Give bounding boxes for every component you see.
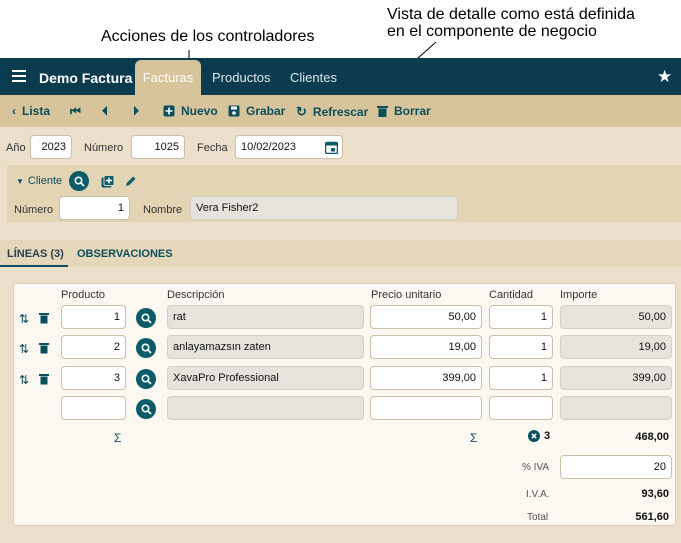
column-header-quantity: Cantidad bbox=[489, 289, 534, 301]
trash-icon[interactable] bbox=[39, 373, 49, 385]
column-header-description: Descripción bbox=[167, 289, 225, 301]
price-field[interactable]: 19,00 bbox=[370, 335, 482, 359]
remove-total-icon[interactable] bbox=[528, 430, 540, 442]
sigma-icon-price[interactable]: Σ bbox=[470, 431, 477, 445]
amount-field: 19,00 bbox=[560, 335, 672, 359]
year-label: Año bbox=[6, 142, 26, 154]
quantity-total: 3 bbox=[528, 430, 550, 442]
price-field[interactable]: 399,00 bbox=[370, 366, 482, 390]
year-field[interactable]: 2023 bbox=[30, 135, 72, 159]
product-search-button[interactable] bbox=[136, 338, 156, 358]
cliente-name-field: Vera Fisher2 bbox=[190, 196, 458, 220]
quantity-total-value: 3 bbox=[544, 430, 551, 442]
new-quantity-field[interactable] bbox=[489, 396, 553, 420]
new-product-search-button[interactable] bbox=[136, 399, 156, 419]
amount-field: 50,00 bbox=[560, 305, 672, 329]
new-button[interactable]: Nuevo bbox=[163, 104, 218, 118]
save-icon bbox=[228, 105, 240, 117]
cliente-title: Cliente bbox=[27, 175, 63, 187]
previous-button[interactable]: ⏴ bbox=[102, 104, 108, 119]
search-icon bbox=[140, 312, 152, 324]
tab-clientes[interactable]: Clientes bbox=[290, 70, 337, 85]
total-value: 561,60 bbox=[635, 511, 669, 523]
app-title: Demo Factura : bbox=[39, 70, 141, 86]
quantity-field[interactable]: 1 bbox=[489, 335, 553, 359]
tab-facturas[interactable]: Facturas bbox=[135, 60, 201, 95]
column-header-product: Producto bbox=[61, 289, 106, 301]
list-button[interactable]: ‹ Lista bbox=[12, 104, 50, 118]
reorder-icon[interactable]: ⇅ bbox=[19, 373, 29, 387]
description-field: anlayamazsın zaten bbox=[167, 335, 364, 359]
trash-icon[interactable] bbox=[39, 342, 49, 354]
cliente-name-label: Nombre bbox=[143, 204, 183, 216]
refresh-icon: ↻ bbox=[296, 104, 307, 119]
vat-label: I.V.A. bbox=[526, 489, 550, 500]
toolbar: ‹ Lista ⏮ ⏴ ⏵ Nuevo Grabar ↻ Refrescar B… bbox=[0, 95, 681, 127]
search-icon bbox=[140, 403, 152, 415]
delete-button[interactable]: Borrar bbox=[377, 104, 431, 118]
quantity-field[interactable]: 1 bbox=[489, 305, 553, 329]
date-label: Fecha bbox=[197, 142, 228, 154]
number-label: Número bbox=[84, 142, 124, 154]
refresh-button[interactable]: ↻ Refrescar bbox=[296, 104, 368, 120]
cliente-section-toggle[interactable]: ▼ Cliente bbox=[16, 175, 62, 187]
calendar-icon[interactable] bbox=[325, 141, 338, 154]
vat-percent-label: % IVA bbox=[522, 462, 550, 473]
search-icon bbox=[73, 175, 85, 187]
first-page-icon: ⏮ bbox=[70, 104, 81, 118]
product-field[interactable]: 2 bbox=[61, 335, 126, 359]
description-field: rat bbox=[167, 305, 364, 329]
tab-productos[interactable]: Productos bbox=[212, 70, 271, 85]
description-field: XavaPro Professional bbox=[167, 366, 364, 390]
sigma-icon-product[interactable]: Σ bbox=[114, 431, 121, 445]
cliente-number-label: Número bbox=[14, 204, 54, 216]
chevron-left-icon: ‹ bbox=[12, 104, 16, 118]
product-search-button[interactable] bbox=[136, 369, 156, 389]
search-icon bbox=[140, 373, 152, 385]
first-button[interactable]: ⏮ bbox=[70, 104, 81, 119]
reorder-icon[interactable]: ⇅ bbox=[19, 312, 29, 326]
search-icon bbox=[140, 342, 152, 354]
next-icon: ⏵ bbox=[133, 104, 140, 118]
vat-percent-field[interactable]: 20 bbox=[560, 455, 672, 479]
cliente-number-field[interactable]: 1 bbox=[59, 196, 130, 220]
reorder-icon[interactable]: ⇅ bbox=[19, 342, 29, 356]
next-button[interactable]: ⏵ bbox=[133, 104, 139, 119]
star-icon[interactable]: ★ bbox=[657, 67, 672, 87]
add-cliente-icon[interactable] bbox=[101, 175, 114, 188]
edit-icon[interactable] bbox=[125, 175, 137, 187]
add-icon bbox=[163, 105, 175, 117]
save-button[interactable]: Grabar bbox=[228, 104, 285, 118]
number-field[interactable]: 1025 bbox=[131, 135, 185, 159]
total-label: Total bbox=[527, 512, 549, 523]
column-header-amount: Importe bbox=[560, 289, 598, 301]
quantity-field[interactable]: 1 bbox=[489, 366, 553, 390]
active-tab-underline bbox=[0, 265, 68, 267]
tab-observaciones[interactable]: OBSERVACIONES bbox=[77, 248, 173, 260]
previous-icon: ⏴ bbox=[102, 104, 109, 118]
tab-lineas[interactable]: LÍNEAS (3) bbox=[7, 248, 64, 260]
top-bar: Demo Factura : Facturas Productos Client… bbox=[0, 58, 681, 95]
cliente-search-button[interactable] bbox=[69, 171, 89, 191]
trash-icon[interactable] bbox=[39, 312, 49, 324]
product-field[interactable]: 3 bbox=[61, 366, 126, 390]
caret-down-icon: ▼ bbox=[16, 176, 24, 186]
date-value: 10/02/2023 bbox=[241, 141, 297, 153]
amount-total: 468,00 bbox=[635, 431, 669, 443]
column-header-price: Precio unitario bbox=[371, 289, 442, 301]
new-price-field[interactable] bbox=[370, 396, 482, 420]
new-product-field[interactable] bbox=[61, 396, 126, 420]
product-search-button[interactable] bbox=[136, 308, 156, 328]
product-field[interactable]: 1 bbox=[61, 305, 126, 329]
trash-icon bbox=[377, 106, 388, 117]
price-field[interactable]: 50,00 bbox=[370, 305, 482, 329]
new-description-field bbox=[167, 396, 364, 420]
new-amount-field bbox=[560, 396, 672, 420]
vat-value: 93,60 bbox=[641, 488, 669, 500]
amount-field: 399,00 bbox=[560, 366, 672, 390]
menu-icon[interactable] bbox=[12, 70, 26, 82]
